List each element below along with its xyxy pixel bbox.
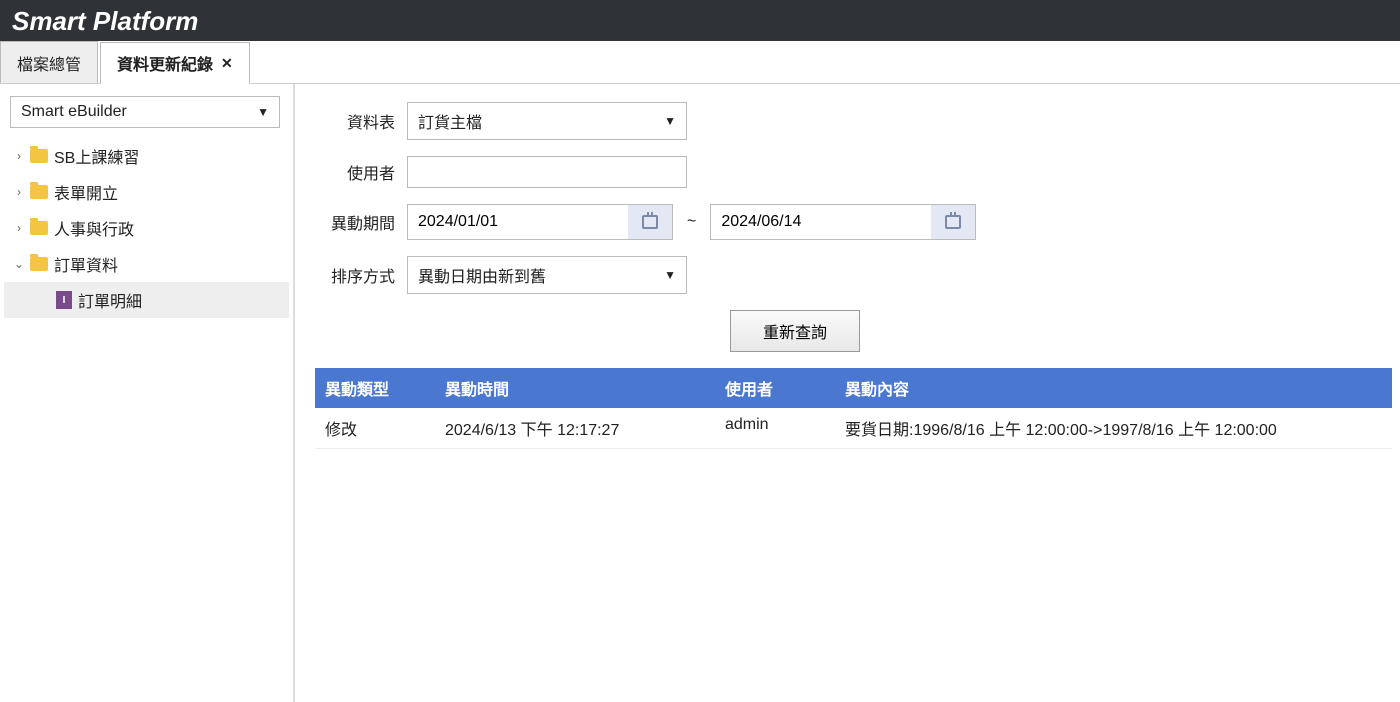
main-area: Smart eBuilder ▼ › SB上課練習 › 表單開立 › 人事與行政… — [0, 84, 1400, 702]
project-select-value: Smart eBuilder — [21, 103, 127, 121]
table-label: 資料表 — [315, 109, 395, 133]
user-label: 使用者 — [315, 160, 395, 184]
tree-node-form-create[interactable]: › 表單開立 — [4, 174, 289, 210]
folder-icon — [30, 149, 48, 163]
app-header: Smart Platform — [0, 0, 1400, 41]
grid-header: 異動類型 異動時間 使用者 異動內容 — [315, 368, 1392, 408]
col-header-content: 異動內容 — [835, 368, 1392, 408]
grid-row[interactable]: 修改 2024/6/13 下午 12:17:27 admin 要貨日期:1996… — [315, 408, 1392, 449]
date-to-input[interactable] — [711, 207, 931, 237]
chevron-down-icon: ▼ — [257, 105, 269, 119]
tree-node-order-data[interactable]: ⌄ 訂單資料 — [4, 246, 289, 282]
cell-type: 修改 — [315, 408, 435, 448]
calendar-icon — [642, 215, 658, 229]
col-header-type: 異動類型 — [315, 368, 435, 408]
project-select[interactable]: Smart eBuilder ▼ — [10, 96, 280, 128]
tree-node-label: 訂單明細 — [78, 288, 142, 312]
tree-node-label: 表單開立 — [54, 180, 118, 204]
date-to-wrap — [710, 204, 976, 240]
folder-icon — [30, 185, 48, 199]
folder-icon — [30, 221, 48, 235]
tab-label: 資料更新紀錄 — [117, 51, 213, 75]
tab-file-manager[interactable]: 檔案總管 — [0, 41, 98, 83]
close-icon[interactable]: ✕ — [221, 55, 233, 72]
col-header-user: 使用者 — [715, 368, 835, 408]
chevron-down-icon: ▼ — [664, 268, 676, 282]
requery-button[interactable]: 重新查詢 — [730, 310, 860, 352]
tab-data-update-log[interactable]: 資料更新紀錄 ✕ — [100, 42, 250, 84]
date-to-picker-button[interactable] — [931, 205, 975, 239]
chevron-down-icon: ▼ — [664, 114, 676, 128]
cell-content: 要貨日期:1996/8/16 上午 12:00:00->1997/8/16 上午… — [835, 408, 1392, 448]
tab-bar: 檔案總管 資料更新紀錄 ✕ — [0, 41, 1400, 84]
date-range-separator: ~ — [687, 213, 696, 231]
sort-label: 排序方式 — [315, 263, 395, 287]
sort-select[interactable]: 異動日期由新到舊 ▼ — [407, 256, 687, 294]
tree-node-sb-practice[interactable]: › SB上課練習 — [4, 138, 289, 174]
app-title: Smart Platform — [12, 6, 1388, 37]
calendar-icon — [945, 215, 961, 229]
tree-node-label: 訂單資料 — [54, 252, 118, 276]
folder-icon — [30, 257, 48, 271]
content-panel: 資料表 訂貨主檔 ▼ 使用者 異動期間 ~ 排序方式 異動日 — [295, 84, 1400, 702]
table-select-value: 訂貨主檔 — [418, 109, 482, 133]
date-from-wrap — [407, 204, 673, 240]
sort-select-value: 異動日期由新到舊 — [418, 263, 546, 287]
tree-node-hr-admin[interactable]: › 人事與行政 — [4, 210, 289, 246]
table-select[interactable]: 訂貨主檔 ▼ — [407, 102, 687, 140]
tree-node-label: 人事與行政 — [54, 216, 134, 240]
chevron-right-icon: › — [14, 149, 24, 163]
sidebar: Smart eBuilder ▼ › SB上課練習 › 表單開立 › 人事與行政… — [0, 84, 295, 702]
col-header-time: 異動時間 — [435, 368, 715, 408]
tab-label: 檔案總管 — [17, 51, 81, 75]
chevron-down-icon: ⌄ — [14, 257, 24, 271]
date-from-picker-button[interactable] — [628, 205, 672, 239]
cell-time: 2024/6/13 下午 12:17:27 — [435, 408, 715, 448]
file-icon: I — [56, 291, 72, 309]
tree-node-order-detail[interactable]: I 訂單明細 — [4, 282, 289, 318]
chevron-right-icon: › — [14, 185, 24, 199]
cell-user: admin — [715, 408, 835, 448]
result-grid: 異動類型 異動時間 使用者 異動內容 修改 2024/6/13 下午 12:17… — [315, 368, 1392, 449]
date-from-input[interactable] — [408, 207, 628, 237]
user-input[interactable] — [407, 156, 687, 188]
chevron-right-icon: › — [14, 221, 24, 235]
tree-node-label: SB上課練習 — [54, 144, 139, 168]
period-label: 異動期間 — [315, 210, 395, 234]
nav-tree: › SB上課練習 › 表單開立 › 人事與行政 ⌄ 訂單資料 I 訂單明 — [4, 138, 289, 318]
